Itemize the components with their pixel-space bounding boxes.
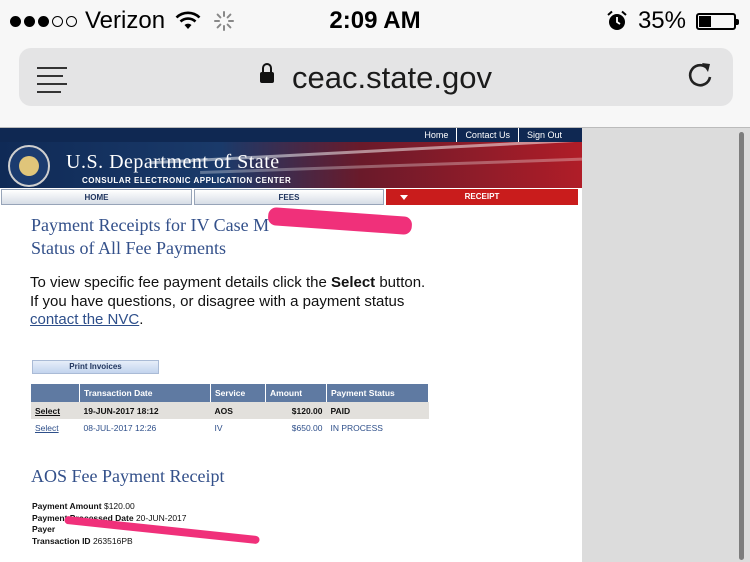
page-subtitle: Status of All Fee Payments bbox=[31, 238, 226, 258]
reload-icon[interactable] bbox=[685, 60, 715, 90]
battery-percent: 35% bbox=[637, 7, 686, 34]
payer-line: Payer bbox=[32, 524, 56, 534]
status-bar: Verizon 2:09 AM 35% bbox=[0, 0, 750, 40]
top-link-contact[interactable]: Contact Us bbox=[456, 128, 518, 142]
amount: $120.00 bbox=[265, 402, 327, 419]
payment-status: PAID bbox=[326, 402, 429, 419]
col-service: Service bbox=[210, 384, 266, 402]
url-text: ceac.state.gov bbox=[292, 60, 492, 95]
service: IV bbox=[214, 422, 223, 433]
tab-receipt-label: RECEIPT bbox=[464, 192, 500, 201]
col-select bbox=[31, 384, 80, 402]
select-emphasis: Select bbox=[330, 274, 376, 291]
page-background-gutter bbox=[582, 128, 750, 562]
alarm-clock-icon bbox=[607, 10, 627, 30]
redaction-mark bbox=[267, 206, 413, 236]
main-tabs: HOME FEES RECEIPT bbox=[0, 188, 582, 205]
caret-down-icon bbox=[400, 195, 408, 200]
instructions-text: To view specific fee payment details cli… bbox=[30, 274, 426, 328]
scrollbar[interactable] bbox=[739, 132, 744, 560]
page-title: Payment Receipts for IV Case M bbox=[31, 215, 270, 235]
state-department-seal bbox=[8, 145, 50, 187]
col-payment-status: Payment Status bbox=[326, 384, 429, 402]
payment-amount-line: Payment Amount $120.00 bbox=[32, 501, 135, 511]
table-header-row: Transaction Date Service Amount Payment … bbox=[31, 384, 429, 402]
col-amount: Amount bbox=[265, 384, 327, 402]
payment-status: IN PROCESS bbox=[330, 422, 383, 433]
lock-icon bbox=[260, 63, 275, 84]
transaction-date: 19-JUN-2017 18:12 bbox=[79, 402, 211, 419]
status-right: 35% bbox=[606, 7, 739, 35]
print-invoices-button[interactable]: Print Invoices bbox=[32, 360, 159, 374]
transaction-date: 08-JUL-2017 12:26 bbox=[83, 422, 157, 433]
contact-nvc-link[interactable]: contact the NVC bbox=[30, 311, 139, 328]
web-page: Home Contact Us Sign Out U.S. Department… bbox=[0, 128, 582, 562]
select-link[interactable]: Select bbox=[31, 402, 80, 419]
select-link[interactable]: Select bbox=[31, 419, 80, 436]
receipt-title: AOS Fee Payment Receipt bbox=[31, 466, 225, 486]
battery-icon bbox=[696, 12, 739, 30]
tab-fees[interactable]: FEES bbox=[194, 189, 384, 205]
address-bar[interactable]: ceac.state.gov bbox=[19, 48, 733, 106]
top-link-home[interactable]: Home bbox=[416, 128, 456, 142]
site-top-nav: Home Contact Us Sign Out bbox=[0, 128, 582, 142]
transactions-table: Transaction Date Service Amount Payment … bbox=[31, 384, 429, 436]
top-link-signout[interactable]: Sign Out bbox=[517, 128, 570, 142]
tab-receipt[interactable]: RECEIPT bbox=[386, 189, 578, 205]
amount: $650.00 bbox=[291, 422, 323, 433]
col-transaction-date: Transaction Date bbox=[79, 384, 211, 402]
table-row: Select 08-JUL-2017 12:26 IV $650.00 IN P… bbox=[31, 419, 429, 436]
site-banner: U.S. Department of State CONSULAR ELECTR… bbox=[0, 142, 582, 188]
service: AOS bbox=[210, 402, 266, 419]
brand-title: U.S. Department of State bbox=[66, 151, 280, 173]
table-row: Select 19-JUN-2017 18:12 AOS $120.00 PAI… bbox=[31, 402, 429, 419]
tab-home[interactable]: HOME bbox=[1, 189, 192, 205]
transaction-id-line: Transaction ID 263516PB bbox=[32, 536, 133, 546]
brand-subtitle: CONSULAR ELECTRONIC APPLICATION CENTER bbox=[82, 176, 292, 185]
url-display[interactable]: ceac.state.gov bbox=[19, 60, 733, 96]
